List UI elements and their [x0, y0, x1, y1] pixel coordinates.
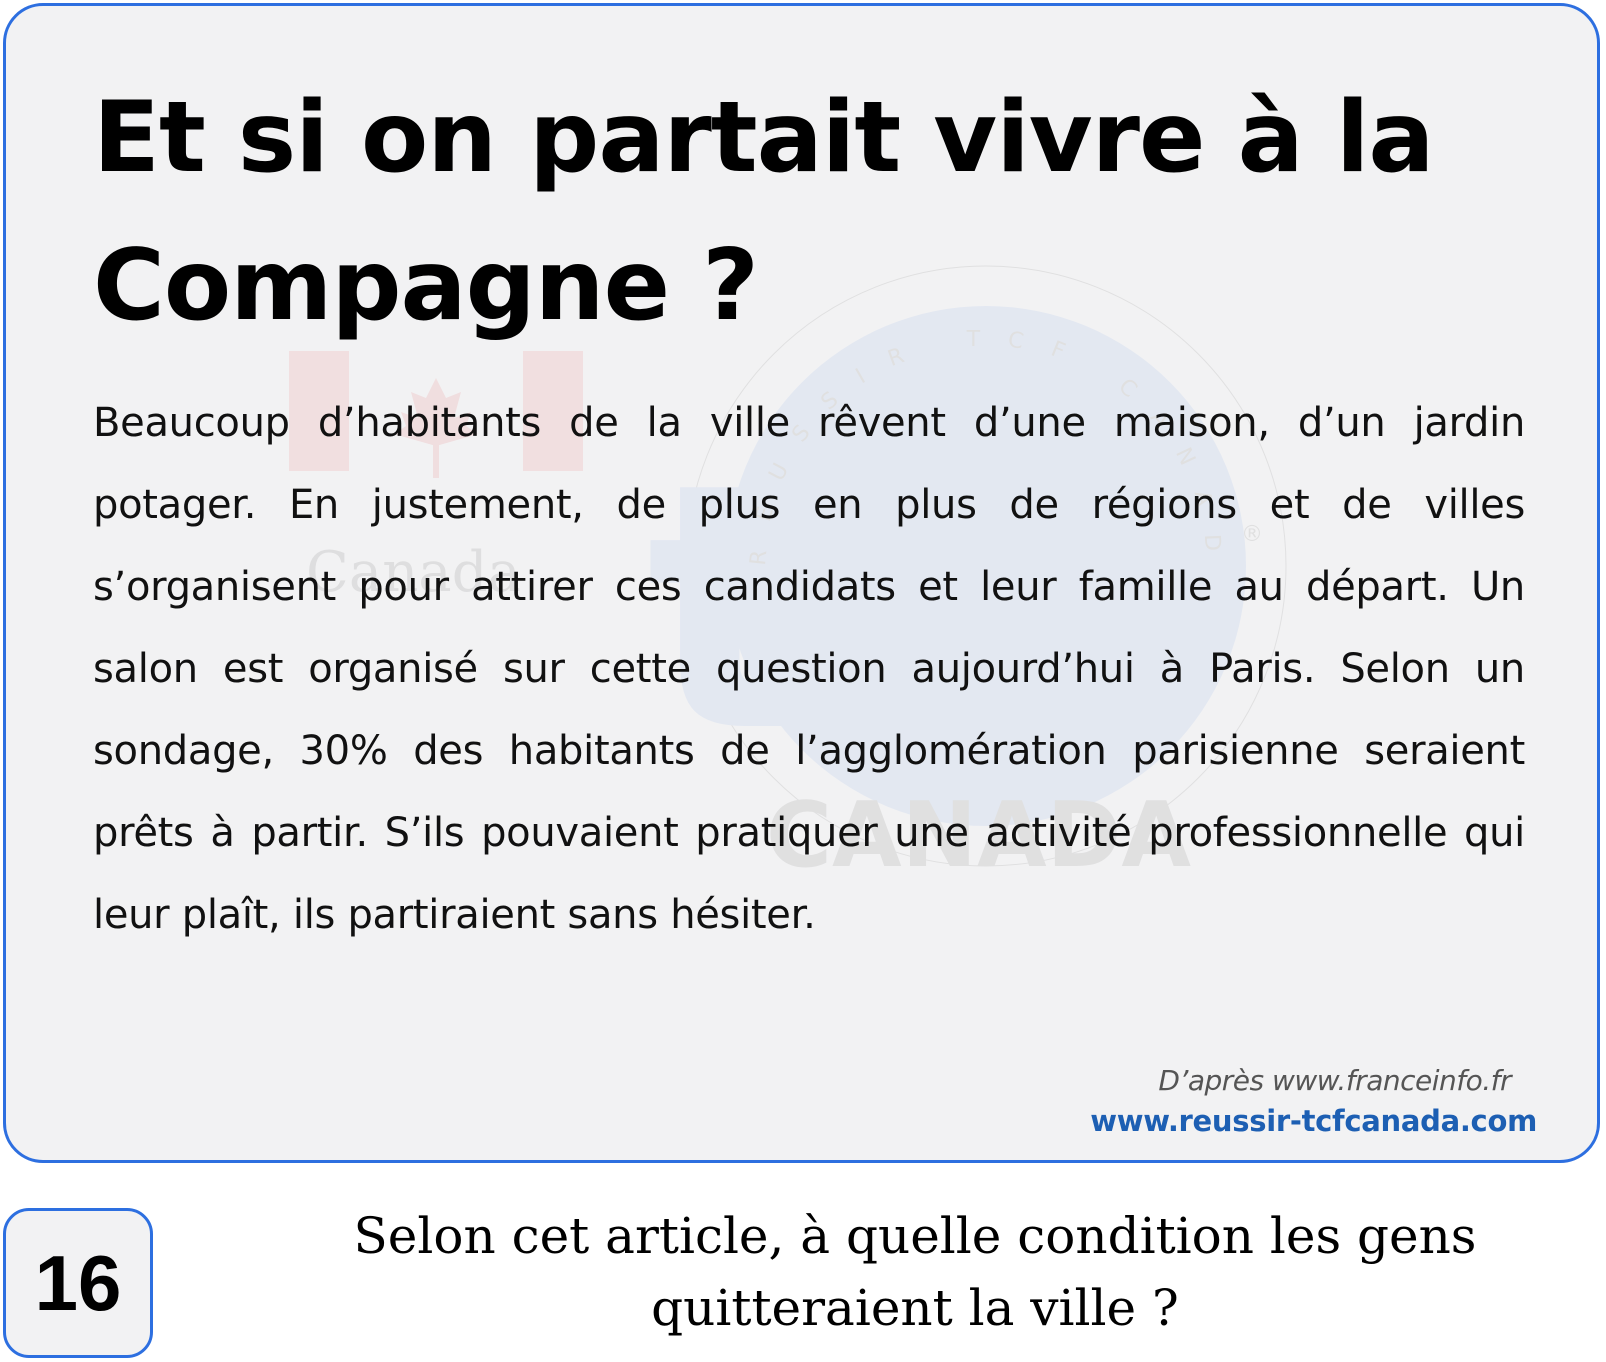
article-card: Canada tcf CANADA RÉUSSIR TCF CANADA ® E…: [3, 3, 1600, 1163]
article-title: Et si on partait vivre à la Compagne ?: [93, 81, 1435, 343]
question-number-badge: 16: [3, 1208, 153, 1358]
article-body: Beaucoup d’habitants de la ville rêvent …: [93, 400, 1525, 938]
question-number: 16: [34, 1238, 122, 1327]
article-source: D’après www.franceinfo.fr: [1158, 1064, 1511, 1097]
site-link[interactable]: www.reussir-tcfcanada.com: [1090, 1104, 1537, 1138]
question-text: Selon cet article, à quelle condition le…: [353, 1207, 1477, 1337]
